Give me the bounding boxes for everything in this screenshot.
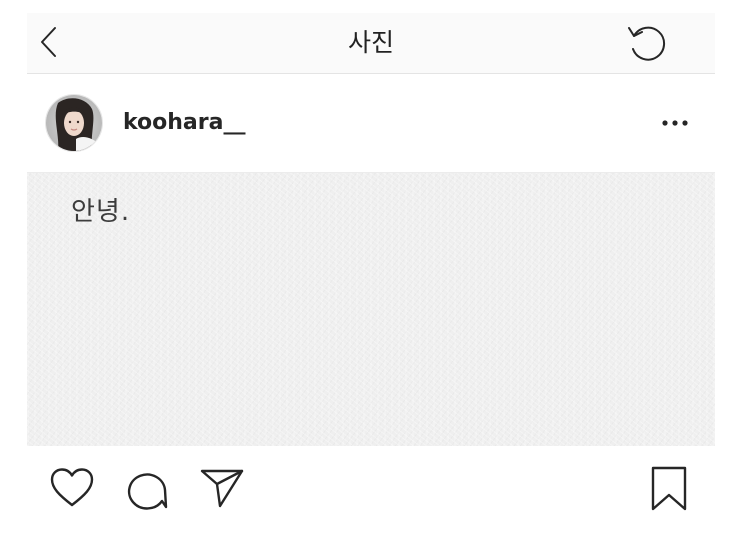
top-navigation-bar: 사진 <box>27 13 715 74</box>
save-button[interactable] <box>649 465 689 513</box>
avatar[interactable] <box>45 94 103 152</box>
username-link[interactable]: koohara__ <box>123 109 245 137</box>
post-image-text: 안녕. <box>71 197 131 227</box>
refresh-icon <box>628 26 666 61</box>
page-title: 사진 <box>347 28 394 57</box>
post-header: koohara__ <box>27 74 715 173</box>
more-options-button[interactable] <box>657 110 693 136</box>
comment-icon <box>127 473 168 510</box>
refresh-button[interactable] <box>625 22 669 64</box>
heart-icon <box>50 468 94 507</box>
bookmark-icon <box>651 466 687 511</box>
post-actions-bar <box>27 447 715 547</box>
comment-button[interactable] <box>125 467 169 511</box>
profile-avatar-image <box>46 95 102 151</box>
like-button[interactable] <box>49 467 95 509</box>
send-icon <box>200 469 244 508</box>
post-image[interactable]: 안녕. <box>27 173 715 446</box>
share-button[interactable] <box>199 467 245 509</box>
more-options-icon <box>662 120 688 126</box>
